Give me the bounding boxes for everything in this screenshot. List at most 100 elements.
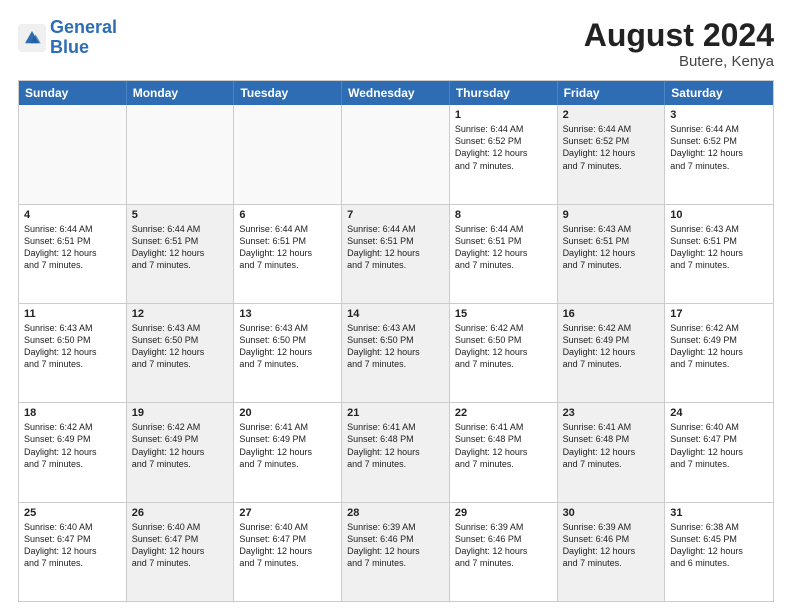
calendar-cell	[19, 105, 127, 203]
day-number: 30	[563, 507, 660, 519]
calendar-cell: 27 Sunrise: 6:40 AM Sunset: 6:47 PM Dayli…	[234, 503, 342, 601]
day-info: Sunrise: 6:42 AM Sunset: 6:50 PM Dayligh…	[455, 322, 552, 371]
day-number: 26	[132, 507, 229, 519]
location: Butere, Kenya	[584, 53, 774, 70]
day-number: 14	[347, 308, 444, 320]
day-number: 15	[455, 308, 552, 320]
day-number: 20	[239, 407, 336, 419]
day-info: Sunrise: 6:44 AM Sunset: 6:51 PM Dayligh…	[132, 223, 229, 272]
day-number: 3	[670, 109, 768, 121]
day-info: Sunrise: 6:39 AM Sunset: 6:46 PM Dayligh…	[455, 521, 552, 570]
day-number: 6	[239, 209, 336, 221]
day-number: 29	[455, 507, 552, 519]
day-number: 27	[239, 507, 336, 519]
calendar-row-1: 4Sunrise: 6:44 AM Sunset: 6:51 PM Daylig…	[19, 205, 773, 304]
day-info: Sunrise: 6:42 AM Sunset: 6:49 PM Dayligh…	[563, 322, 660, 371]
day-number: 19	[132, 407, 229, 419]
day-number: 21	[347, 407, 444, 419]
weekday-header-monday: Monday	[127, 81, 235, 105]
day-number: 11	[24, 308, 121, 320]
weekday-header-wednesday: Wednesday	[342, 81, 450, 105]
calendar-cell: 2Sunrise: 6:44 AM Sunset: 6:52 PM Daylig…	[558, 105, 666, 203]
weekday-header-saturday: Saturday	[665, 81, 773, 105]
day-number: 10	[670, 209, 768, 221]
page: General Blue August 2024 Butere, Kenya S…	[0, 0, 792, 612]
day-info: Sunrise: 6:43 AM Sunset: 6:50 PM Dayligh…	[347, 322, 444, 371]
calendar-row-0: 1 Sunrise: 6:44 AM Sunset: 6:52 PM Daylig…	[19, 105, 773, 204]
weekday-header-tuesday: Tuesday	[234, 81, 342, 105]
day-number: 8	[455, 209, 552, 221]
weekday-header-thursday: Thursday	[450, 81, 558, 105]
calendar-cell: 12 Sunrise: 6:43 AM Sunset: 6:50 PM Dayli…	[127, 304, 235, 402]
calendar-cell: 4Sunrise: 6:44 AM Sunset: 6:51 PM Daylig…	[19, 205, 127, 303]
day-number: 9	[563, 209, 660, 221]
logo-icon	[18, 24, 46, 52]
calendar-row-2: 11 Sunrise: 6:43 AM Sunset: 6:50 PM Dayli…	[19, 304, 773, 403]
calendar-cell: 23 Sunrise: 6:41 AM Sunset: 6:48 PM Dayli…	[558, 403, 666, 501]
day-info: Sunrise: 6:44 AM Sunset: 6:52 PM Dayligh…	[455, 123, 552, 172]
header: General Blue August 2024 Butere, Kenya	[18, 18, 774, 70]
calendar-cell: 3 Sunrise: 6:44 AM Sunset: 6:52 PM Daylig…	[665, 105, 773, 203]
weekday-header-friday: Friday	[558, 81, 666, 105]
day-number: 28	[347, 507, 444, 519]
calendar-body: 1 Sunrise: 6:44 AM Sunset: 6:52 PM Daylig…	[19, 105, 773, 601]
day-info: Sunrise: 6:43 AM Sunset: 6:51 PM Dayligh…	[670, 223, 768, 272]
day-info: Sunrise: 6:44 AM Sunset: 6:52 PM Dayligh…	[670, 123, 768, 172]
day-number: 1	[455, 109, 552, 121]
day-info: Sunrise: 6:41 AM Sunset: 6:48 PM Dayligh…	[455, 421, 552, 470]
calendar-cell: 18 Sunrise: 6:42 AM Sunset: 6:49 PM Dayli…	[19, 403, 127, 501]
calendar-cell: 17Sunrise: 6:42 AM Sunset: 6:49 PM Dayli…	[665, 304, 773, 402]
calendar-cell: 31Sunrise: 6:38 AM Sunset: 6:45 PM Dayli…	[665, 503, 773, 601]
day-info: Sunrise: 6:39 AM Sunset: 6:46 PM Dayligh…	[347, 521, 444, 570]
logo: General Blue	[18, 18, 117, 58]
day-info: Sunrise: 6:41 AM Sunset: 6:48 PM Dayligh…	[563, 421, 660, 470]
day-number: 13	[239, 308, 336, 320]
day-number: 12	[132, 308, 229, 320]
day-info: Sunrise: 6:43 AM Sunset: 6:51 PM Dayligh…	[563, 223, 660, 272]
day-number: 23	[563, 407, 660, 419]
day-info: Sunrise: 6:43 AM Sunset: 6:50 PM Dayligh…	[132, 322, 229, 371]
calendar-cell	[234, 105, 342, 203]
calendar-cell: 19 Sunrise: 6:42 AM Sunset: 6:49 PM Dayli…	[127, 403, 235, 501]
calendar-cell: 20 Sunrise: 6:41 AM Sunset: 6:49 PM Dayli…	[234, 403, 342, 501]
day-info: Sunrise: 6:41 AM Sunset: 6:48 PM Dayligh…	[347, 421, 444, 470]
day-info: Sunrise: 6:44 AM Sunset: 6:51 PM Dayligh…	[239, 223, 336, 272]
calendar-cell: 30 Sunrise: 6:39 AM Sunset: 6:46 PM Dayli…	[558, 503, 666, 601]
calendar-cell: 22 Sunrise: 6:41 AM Sunset: 6:48 PM Dayli…	[450, 403, 558, 501]
calendar-cell: 28 Sunrise: 6:39 AM Sunset: 6:46 PM Dayli…	[342, 503, 450, 601]
weekday-header-sunday: Sunday	[19, 81, 127, 105]
calendar-row-4: 25 Sunrise: 6:40 AM Sunset: 6:47 PM Dayli…	[19, 503, 773, 601]
day-info: Sunrise: 6:39 AM Sunset: 6:46 PM Dayligh…	[563, 521, 660, 570]
calendar-cell: 24 Sunrise: 6:40 AM Sunset: 6:47 PM Dayli…	[665, 403, 773, 501]
calendar-cell: 6 Sunrise: 6:44 AM Sunset: 6:51 PM Daylig…	[234, 205, 342, 303]
day-info: Sunrise: 6:44 AM Sunset: 6:51 PM Dayligh…	[347, 223, 444, 272]
day-number: 17	[670, 308, 768, 320]
day-info: Sunrise: 6:40 AM Sunset: 6:47 PM Dayligh…	[239, 521, 336, 570]
month-year: August 2024	[584, 18, 774, 53]
day-info: Sunrise: 6:38 AM Sunset: 6:45 PM Dayligh…	[670, 521, 768, 570]
day-info: Sunrise: 6:42 AM Sunset: 6:49 PM Dayligh…	[24, 421, 121, 470]
logo-blue: Blue	[50, 37, 89, 57]
calendar-cell: 8 Sunrise: 6:44 AM Sunset: 6:51 PM Daylig…	[450, 205, 558, 303]
day-number: 16	[563, 308, 660, 320]
day-info: Sunrise: 6:43 AM Sunset: 6:50 PM Dayligh…	[239, 322, 336, 371]
calendar-cell: 13 Sunrise: 6:43 AM Sunset: 6:50 PM Dayli…	[234, 304, 342, 402]
day-info: Sunrise: 6:41 AM Sunset: 6:49 PM Dayligh…	[239, 421, 336, 470]
calendar-cell	[127, 105, 235, 203]
day-info: Sunrise: 6:40 AM Sunset: 6:47 PM Dayligh…	[132, 521, 229, 570]
logo-text: General Blue	[50, 18, 117, 58]
day-info: Sunrise: 6:44 AM Sunset: 6:52 PM Dayligh…	[563, 123, 660, 172]
calendar: SundayMondayTuesdayWednesdayThursdayFrid…	[18, 80, 774, 602]
title-block: August 2024 Butere, Kenya	[584, 18, 774, 70]
calendar-cell: 29 Sunrise: 6:39 AM Sunset: 6:46 PM Dayli…	[450, 503, 558, 601]
day-number: 18	[24, 407, 121, 419]
day-number: 22	[455, 407, 552, 419]
day-info: Sunrise: 6:40 AM Sunset: 6:47 PM Dayligh…	[670, 421, 768, 470]
day-number: 25	[24, 507, 121, 519]
day-info: Sunrise: 6:42 AM Sunset: 6:49 PM Dayligh…	[132, 421, 229, 470]
calendar-header: SundayMondayTuesdayWednesdayThursdayFrid…	[19, 81, 773, 105]
calendar-cell: 14 Sunrise: 6:43 AM Sunset: 6:50 PM Dayli…	[342, 304, 450, 402]
day-info: Sunrise: 6:44 AM Sunset: 6:51 PM Dayligh…	[455, 223, 552, 272]
day-number: 24	[670, 407, 768, 419]
calendar-cell: 16 Sunrise: 6:42 AM Sunset: 6:49 PM Dayli…	[558, 304, 666, 402]
